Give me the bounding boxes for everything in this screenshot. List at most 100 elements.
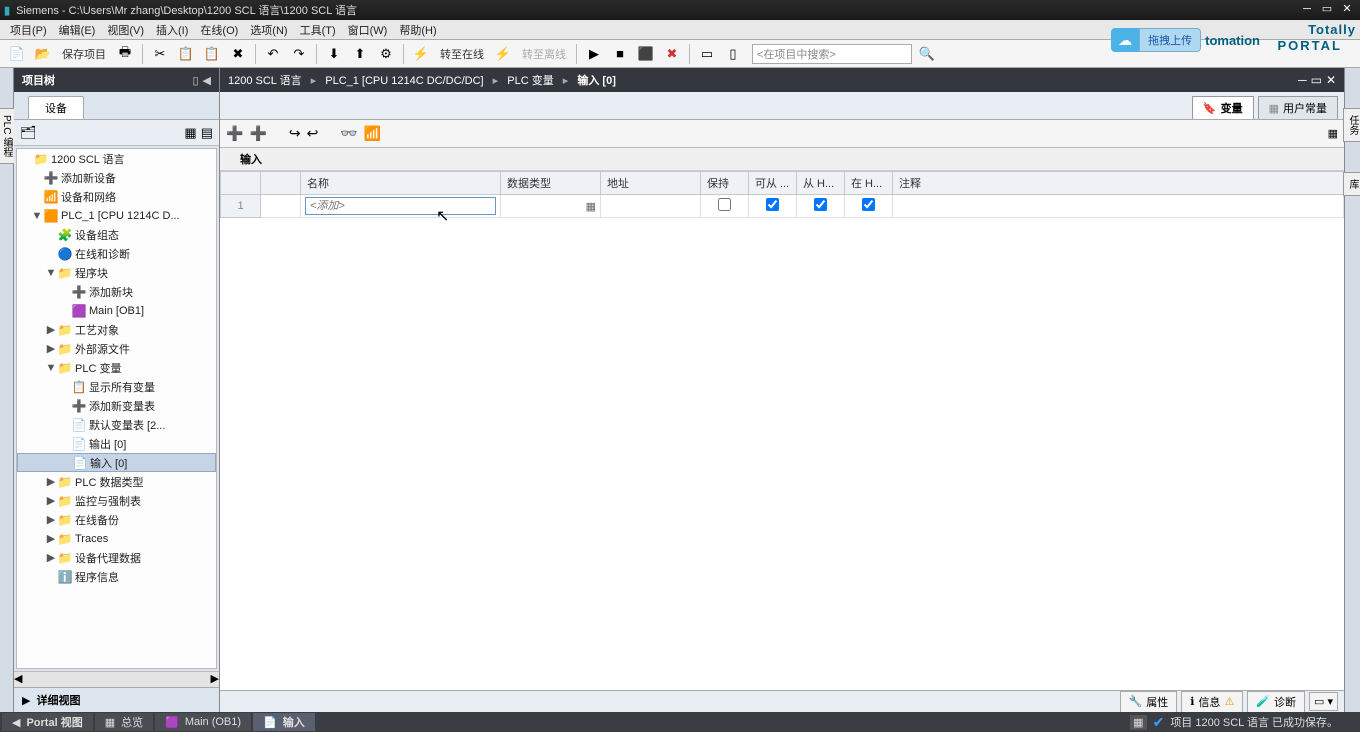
menu-project[interactable]: 项目(P) xyxy=(4,20,53,40)
tree-toggle-icon[interactable]: ▼ xyxy=(45,362,57,374)
tree-toggle-icon[interactable]: ▶ xyxy=(45,513,57,526)
cut-icon[interactable]: ✂ xyxy=(149,43,171,65)
window-list-icon[interactable]: ▦ xyxy=(1130,715,1146,730)
editor-close-icon[interactable]: ✕ xyxy=(1326,73,1336,87)
tree-node[interactable]: ➕添加新变量表 xyxy=(17,396,216,415)
editor-minimize-icon[interactable]: ─ xyxy=(1298,73,1307,87)
go-offline-button[interactable]: 转至离线 xyxy=(518,46,570,62)
add-tag-input[interactable] xyxy=(305,197,496,215)
menu-window[interactable]: 窗口(W) xyxy=(342,20,394,40)
tree-toggle-icon[interactable]: ▶ xyxy=(45,475,57,488)
settings-icon[interactable]: ▦ xyxy=(1328,127,1338,140)
download-icon[interactable]: ⬇ xyxy=(323,43,345,65)
tree-node[interactable]: ▶📁工艺对象 xyxy=(17,320,216,339)
delete-icon[interactable]: ✖ xyxy=(227,43,249,65)
tree-node[interactable]: ▼📁PLC 变量 xyxy=(17,358,216,377)
tree-node[interactable]: 📁1200 SCL 语言 xyxy=(17,149,216,168)
split-horizontal-icon[interactable]: ▭ xyxy=(696,43,718,65)
project-tree[interactable]: 📁1200 SCL 语言➕添加新设备📶设备和网络▼🟧PLC_1 [CPU 121… xyxy=(16,148,217,669)
tree-node[interactable]: ➕添加新块 xyxy=(17,282,216,301)
compile-icon[interactable]: ⚙ xyxy=(375,43,397,65)
restore-button[interactable]: ▭ xyxy=(1318,3,1336,17)
tree-view1-icon[interactable]: ▦ xyxy=(184,125,196,141)
flash-icon[interactable]: ⬛ xyxy=(635,43,657,65)
copy-icon[interactable]: 📋 xyxy=(175,43,197,65)
new-project-icon[interactable]: 📄 xyxy=(6,43,28,65)
tree-node[interactable]: ▶📁监控与强制表 xyxy=(17,491,216,510)
col-retain[interactable]: 保持 xyxy=(701,172,749,195)
upload-badge[interactable]: ☁ 拖拽上传 tomation xyxy=(1111,28,1260,52)
tree-toggle-icon[interactable]: ▶ xyxy=(45,532,57,545)
bc-plc[interactable]: PLC_1 [CPU 1214C DC/DC/DC] xyxy=(325,75,483,87)
bc-input[interactable]: 输入 [0] xyxy=(577,75,616,87)
input-tab-button[interactable]: 📄 输入 xyxy=(253,713,315,731)
tree-toggle-icon[interactable]: ▶ xyxy=(45,323,57,336)
tree-node[interactable]: 📋显示所有变量 xyxy=(17,377,216,396)
redo-icon[interactable]: ↷ xyxy=(288,43,310,65)
menu-edit[interactable]: 编辑(E) xyxy=(53,20,102,40)
from-h-checkbox[interactable] xyxy=(814,198,827,211)
col-address[interactable]: 地址 xyxy=(601,172,701,195)
project-search-input[interactable]: <在项目中搜索> xyxy=(752,44,912,64)
tree-node[interactable]: ▶📁PLC 数据类型 xyxy=(17,472,216,491)
pin-tree-icon[interactable]: ◀ xyxy=(203,74,211,87)
go-online-icon[interactable]: ⚡ xyxy=(410,43,432,65)
collapse-tree-icon[interactable]: ▯ xyxy=(192,74,198,87)
cross-ref-icon[interactable]: ✖ xyxy=(661,43,683,65)
tree-node[interactable]: 🔵在线和诊断 xyxy=(17,244,216,263)
tab-user-constants[interactable]: ▦ 用户常量 xyxy=(1258,96,1338,119)
tree-node[interactable]: 📄默认变量表 [2... xyxy=(17,415,216,434)
save-project-button[interactable]: 保存项目 xyxy=(58,46,110,62)
in-h-checkbox[interactable] xyxy=(862,198,875,211)
split-vertical-icon[interactable]: ▯ xyxy=(722,43,744,65)
tree-toggle-icon[interactable]: ▶ xyxy=(45,494,57,507)
search-icon[interactable]: 🔍 xyxy=(916,43,938,65)
tree-node[interactable]: ▼📁程序块 xyxy=(17,263,216,282)
tree-node[interactable]: ℹ️程序信息 xyxy=(17,567,216,586)
menu-view[interactable]: 视图(V) xyxy=(101,20,150,40)
diagnostics-panel-button[interactable]: 🧪诊断 xyxy=(1247,691,1305,713)
tree-node[interactable]: 🧩设备组态 xyxy=(17,225,216,244)
upload-icon[interactable]: ⬆ xyxy=(349,43,371,65)
datatype-dropdown-icon[interactable]: ▦ xyxy=(586,200,596,213)
detail-view-header[interactable]: ▶ 详细视图 xyxy=(14,687,219,712)
tree-node[interactable]: 🟪Main [OB1] xyxy=(17,301,216,320)
tree-node[interactable]: 📶设备和网络 xyxy=(17,187,216,206)
menu-online[interactable]: 在线(O) xyxy=(194,20,244,40)
tree-node[interactable]: 📄输入 [0] xyxy=(17,453,216,472)
side-tab-tasks[interactable]: 任务 xyxy=(1343,108,1360,142)
detail-toggle-icon[interactable]: ▶ xyxy=(22,694,30,707)
minimize-button[interactable]: ─ xyxy=(1298,3,1316,17)
tree-toggle-icon[interactable]: ▶ xyxy=(45,342,57,355)
tree-toggle-icon[interactable]: ▼ xyxy=(45,267,57,279)
tree-hscroll[interactable]: ◀▶ xyxy=(14,671,219,687)
open-project-icon[interactable]: 📂 xyxy=(32,43,54,65)
accessible-checkbox[interactable] xyxy=(766,198,779,211)
properties-panel-button[interactable]: 🔧属性 xyxy=(1120,691,1178,713)
overview-button[interactable]: ▦ 总览 xyxy=(95,713,153,731)
bc-project[interactable]: 1200 SCL 语言 xyxy=(228,75,302,87)
retain-checkbox[interactable] xyxy=(718,198,731,211)
col-name[interactable]: 名称 xyxy=(301,172,501,195)
menu-insert[interactable]: 插入(I) xyxy=(150,20,194,40)
start-icon[interactable]: ▶ xyxy=(583,43,605,65)
tree-toggle-icon[interactable]: ▼ xyxy=(31,210,43,222)
import-icon[interactable]: ↩ xyxy=(307,125,319,142)
go-offline-icon[interactable]: ⚡ xyxy=(492,43,514,65)
stop-icon[interactable]: ■ xyxy=(609,43,631,65)
tree-node[interactable]: ▶📁在线备份 xyxy=(17,510,216,529)
tree-expand-icon[interactable]: 🗂 xyxy=(20,125,37,141)
menu-options[interactable]: 选项(N) xyxy=(244,20,293,40)
menu-help[interactable]: 帮助(H) xyxy=(393,20,442,40)
col-icon[interactable] xyxy=(261,172,301,195)
panel-collapse-button[interactable]: ▭ ▾ xyxy=(1309,692,1338,711)
bc-vars[interactable]: PLC 变量 xyxy=(507,75,553,87)
col-rownum[interactable] xyxy=(221,172,261,195)
tree-node[interactable]: ➕添加新设备 xyxy=(17,168,216,187)
export-icon[interactable]: ↪ xyxy=(289,125,301,142)
portal-view-button[interactable]: ◀ Portal 视图 xyxy=(2,713,93,731)
undo-icon[interactable]: ↶ xyxy=(262,43,284,65)
col-comment[interactable]: 注释 xyxy=(893,172,1344,195)
paste-icon[interactable]: 📋 xyxy=(201,43,223,65)
editor-maximize-icon[interactable]: ▭ xyxy=(1311,73,1322,87)
